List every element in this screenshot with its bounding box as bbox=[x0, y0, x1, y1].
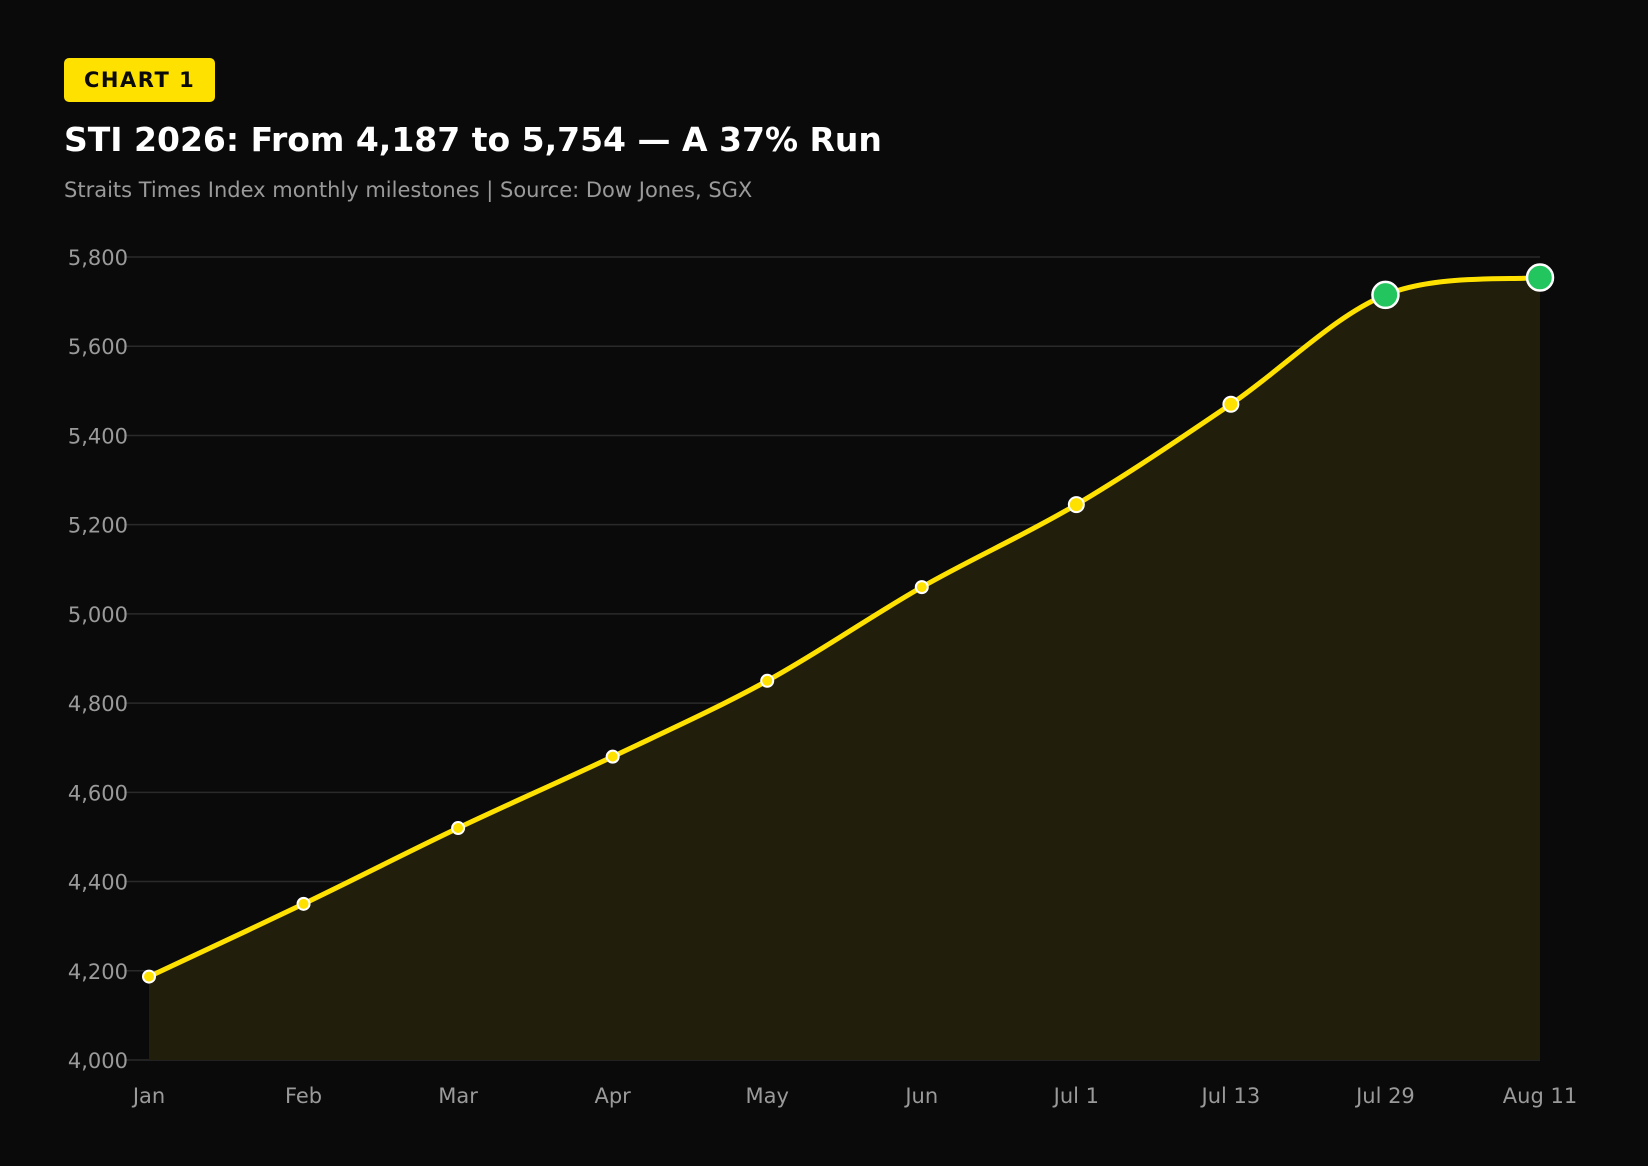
x-axis-tick-labels: Jan Feb Mar Apr May Jun Jul 1 Jul 13 Jul 29 Aug 1… bbox=[131, 1084, 1577, 1108]
x-tick-label: Jul 29 bbox=[1354, 1084, 1415, 1108]
highlighted-data-point bbox=[1525, 263, 1555, 292]
area-fill bbox=[149, 277, 1540, 1060]
x-tick-label: Jan bbox=[131, 1084, 165, 1108]
y-tick-label: 4,200 bbox=[68, 960, 128, 984]
x-tick-label: Jul 13 bbox=[1200, 1084, 1261, 1108]
y-tick-label: 4,800 bbox=[68, 692, 128, 716]
y-tick-label: 5,400 bbox=[68, 424, 128, 448]
x-tick-label: Jun bbox=[903, 1084, 938, 1108]
x-tick-label: Apr bbox=[594, 1084, 631, 1108]
data-point bbox=[451, 821, 466, 836]
y-tick-label: 4,400 bbox=[68, 871, 128, 895]
line-chart: 4,000 4,200 4,400 4,600 4,800 5,000 5,200 5,400… bbox=[68, 246, 1577, 1108]
area-fill-layer bbox=[149, 277, 1540, 1060]
data-point bbox=[142, 969, 156, 984]
y-tick-label: 5,600 bbox=[68, 335, 128, 359]
data-point bbox=[1222, 395, 1240, 413]
data-point bbox=[914, 580, 929, 595]
data-point bbox=[605, 749, 620, 764]
x-tick-label: May bbox=[746, 1084, 789, 1108]
data-point bbox=[760, 673, 775, 688]
y-tick-label: 4,000 bbox=[68, 1049, 128, 1073]
y-tick-label: 5,800 bbox=[68, 246, 128, 270]
data-point bbox=[1067, 496, 1085, 514]
data-point bbox=[296, 896, 311, 911]
x-tick-label: Mar bbox=[438, 1084, 478, 1108]
highlighted-data-point bbox=[1371, 280, 1400, 310]
x-tick-label: Aug 11 bbox=[1503, 1084, 1577, 1108]
y-axis-tick-labels: 4,000 4,200 4,400 4,600 4,800 5,000 5,200 5,400… bbox=[68, 246, 128, 1073]
y-tick-label: 4,600 bbox=[68, 781, 128, 805]
y-tick-label: 5,200 bbox=[68, 514, 128, 538]
x-tick-label: Feb bbox=[285, 1084, 322, 1108]
y-tick-label: 5,000 bbox=[68, 603, 128, 627]
x-tick-label: Jul 1 bbox=[1052, 1084, 1099, 1108]
